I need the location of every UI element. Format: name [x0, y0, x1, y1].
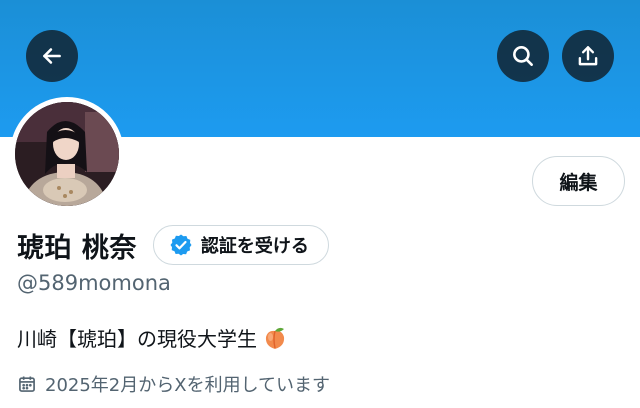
joined-date: 2025年2月からXを利用しています	[17, 371, 330, 397]
edit-profile-button[interactable]: 編集	[532, 156, 625, 206]
joined-text: 2025年2月からXを利用しています	[45, 375, 331, 396]
verified-badge-icon	[170, 234, 192, 256]
peach-emoji-icon	[261, 324, 289, 352]
avatar-photo	[15, 102, 119, 206]
calendar-icon	[19, 376, 35, 392]
search-button[interactable]	[497, 30, 549, 82]
get-verified-label: 認証を受ける	[200, 236, 309, 257]
username-handle: @589momona	[17, 271, 171, 295]
profile-bio: 川崎【琥珀】の現役大学生	[17, 323, 289, 352]
display-name: 琥珀 桃奈	[17, 232, 137, 264]
bio-text: 川崎【琥珀】の現役大学生	[17, 327, 257, 351]
avatar[interactable]	[10, 97, 124, 211]
share-upload-icon	[578, 46, 598, 66]
name-row: 琥珀 桃奈 認証を受ける	[17, 224, 329, 266]
share-button[interactable]	[562, 30, 614, 82]
back-button[interactable]	[26, 30, 78, 82]
arrow-left-icon	[43, 48, 61, 64]
get-verified-button[interactable]: 認証を受ける	[152, 225, 329, 265]
search-icon	[513, 46, 533, 66]
